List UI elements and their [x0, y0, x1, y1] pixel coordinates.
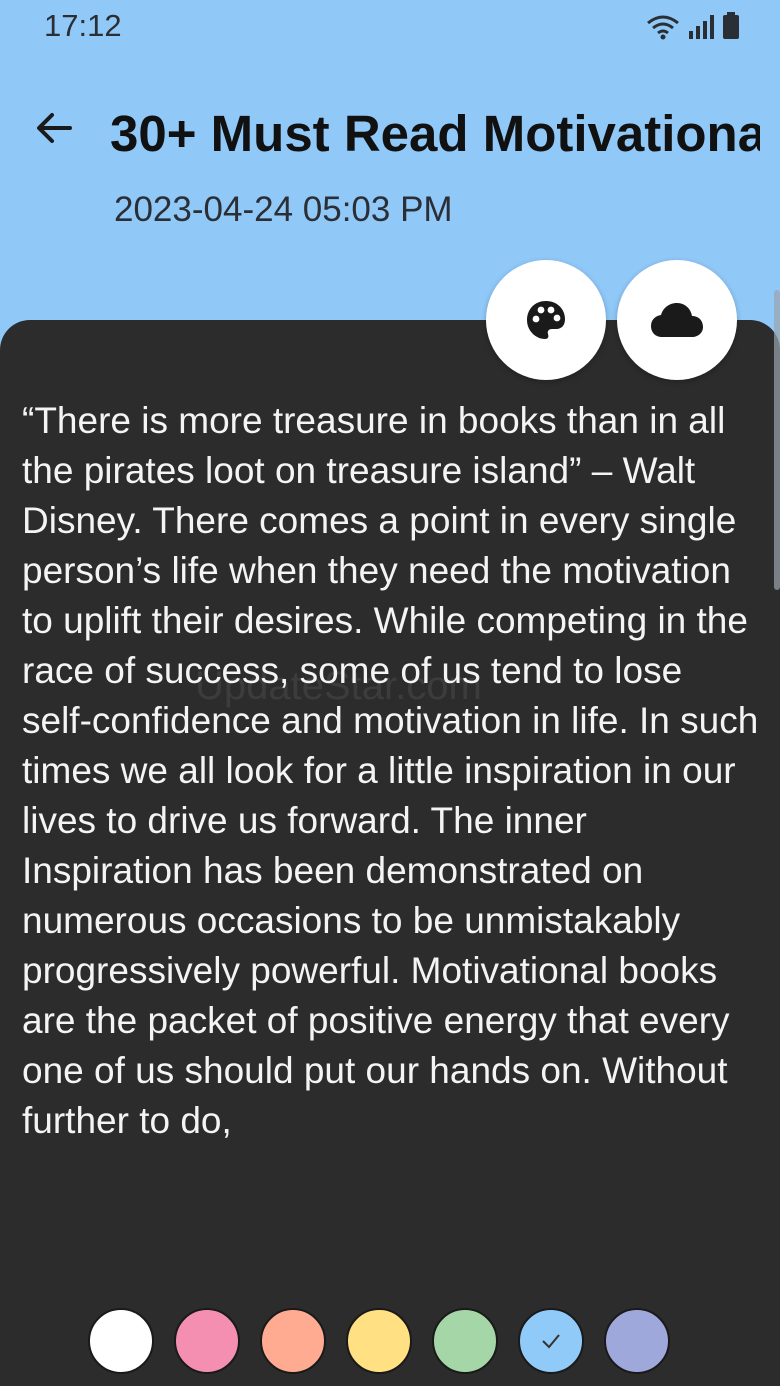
palette-button[interactable] [486, 260, 606, 380]
color-swatch[interactable] [260, 1308, 326, 1374]
check-icon [542, 1334, 560, 1349]
color-swatch[interactable] [174, 1308, 240, 1374]
color-picker [88, 1308, 670, 1374]
note-date: 2023-04-24 05:03 PM [114, 190, 453, 229]
scroll-indicator[interactable] [774, 290, 780, 590]
color-swatch[interactable] [88, 1308, 154, 1374]
cloud-sync-button[interactable] [617, 260, 737, 380]
signal-icon [689, 15, 714, 39]
wifi-icon [647, 15, 679, 40]
arrow-left-icon [37, 113, 72, 143]
color-swatch[interactable] [518, 1308, 584, 1374]
status-time: 17:12 [44, 8, 122, 43]
palette-icon [527, 301, 565, 339]
color-swatch[interactable] [346, 1308, 412, 1374]
back-button[interactable] [30, 104, 78, 152]
note-body[interactable]: “There is more treasure in books than in… [22, 396, 762, 1146]
status-bar: 17:12 [0, 0, 780, 56]
status-icons [646, 12, 740, 40]
note-title: 30+ Must Read Motivational Books [110, 105, 760, 162]
battery-icon [723, 12, 739, 39]
color-swatch[interactable] [432, 1308, 498, 1374]
cloud-icon [651, 303, 703, 337]
color-swatch[interactable] [604, 1308, 670, 1374]
